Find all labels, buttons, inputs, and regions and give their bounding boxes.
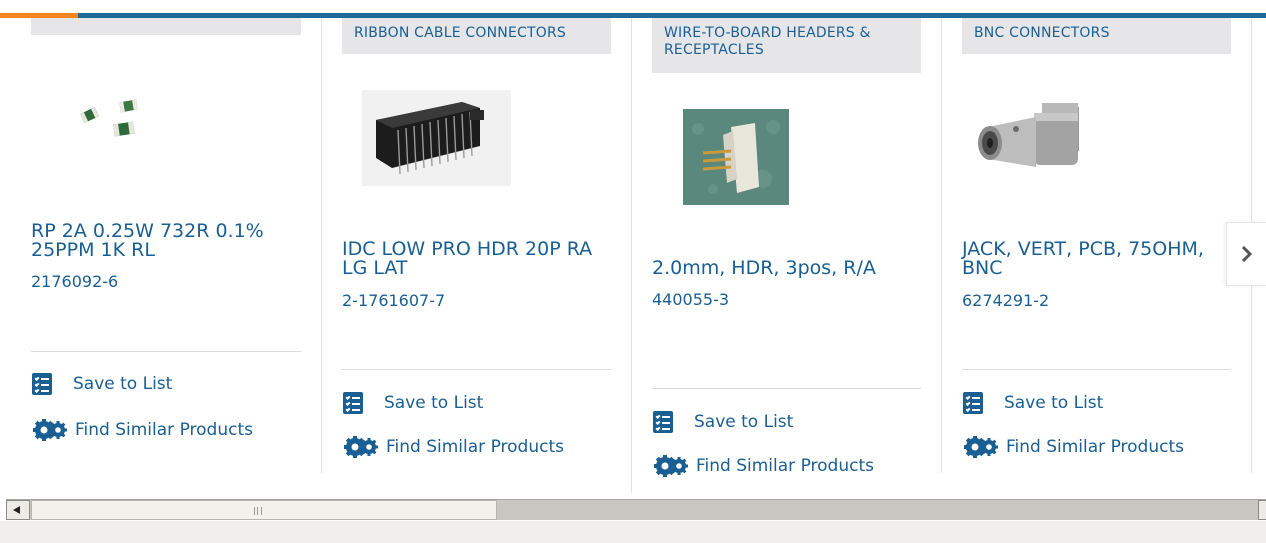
scroll-grip: [254, 507, 262, 515]
part-number[interactable]: 6274291-2: [962, 292, 1049, 310]
card-separator: [652, 388, 921, 389]
gears-icon: [33, 419, 67, 441]
find-similar-button[interactable]: Find Similar Products: [342, 435, 564, 459]
similar-label: Find Similar Products: [386, 437, 564, 457]
card-divider: [631, 18, 632, 493]
card-separator: [31, 351, 301, 352]
save-label: Save to List: [73, 374, 173, 394]
product-title[interactable]: IDC LOW PRO HDR 20P RA LG LAT: [342, 240, 614, 278]
gears-icon: [344, 436, 378, 458]
part-number[interactable]: 2176092-6: [31, 273, 118, 291]
scroll-right-button[interactable]: [1258, 500, 1266, 520]
scroll-left-button[interactable]: [6, 500, 30, 520]
part-number[interactable]: 440055-3: [652, 291, 729, 309]
product-title[interactable]: JACK, VERT, PCB, 75OHM, BNC: [962, 240, 1230, 278]
save-to-list-button[interactable]: Save to List: [343, 392, 483, 414]
checklist-icon: [963, 392, 983, 414]
save-to-list-button[interactable]: Save to List: [963, 392, 1103, 414]
category-label[interactable]: BNC CONNECTORS: [962, 18, 1231, 54]
save-label: Save to List: [384, 393, 484, 413]
save-label: Save to List: [694, 412, 794, 432]
product-image-resistors[interactable]: [72, 96, 152, 142]
save-to-list-button[interactable]: Save to List: [653, 411, 793, 433]
product-title[interactable]: 2.0mm, HDR, 3pos, R/A: [652, 259, 922, 278]
gears-icon: [964, 436, 998, 458]
similar-label: Find Similar Products: [696, 456, 874, 476]
product-image-header[interactable]: [683, 109, 789, 205]
find-similar-button[interactable]: Find Similar Products: [962, 435, 1184, 459]
checklist-icon: [343, 392, 363, 414]
find-similar-button[interactable]: Find Similar Products: [652, 454, 874, 478]
product-title[interactable]: RP 2A 0.25W 732R 0.1% 25PPM 1K RL: [31, 222, 291, 260]
horizontal-scrollbar[interactable]: [6, 499, 1266, 520]
category-label[interactable]: WIRE-TO-BOARD HEADERS & RECEPTACLES: [652, 18, 921, 73]
product-image-ribbon-connector[interactable]: [362, 90, 511, 186]
similar-label: Find Similar Products: [75, 420, 253, 440]
checklist-icon: [653, 411, 673, 433]
scrollbar-thumb[interactable]: [31, 500, 497, 520]
save-label: Save to List: [1004, 393, 1104, 413]
chevron-right-icon: [1241, 245, 1252, 263]
card-separator: [962, 369, 1231, 370]
gears-icon: [654, 455, 688, 477]
find-similar-button[interactable]: Find Similar Products: [31, 418, 253, 442]
page-bottom-area: [0, 521, 1266, 543]
card-divider: [941, 18, 942, 473]
product-image-bnc-jack[interactable]: [974, 97, 1086, 187]
carousel-next-button[interactable]: [1226, 222, 1266, 286]
category-label[interactable]: [31, 18, 301, 35]
part-number[interactable]: 2-1761607-7: [342, 292, 445, 310]
card-divider: [321, 18, 322, 473]
similar-label: Find Similar Products: [1006, 437, 1184, 457]
category-label[interactable]: RIBBON CABLE CONNECTORS: [342, 18, 611, 54]
card-separator: [342, 369, 611, 370]
save-to-list-button[interactable]: Save to List: [32, 373, 172, 395]
checklist-icon: [32, 373, 52, 395]
